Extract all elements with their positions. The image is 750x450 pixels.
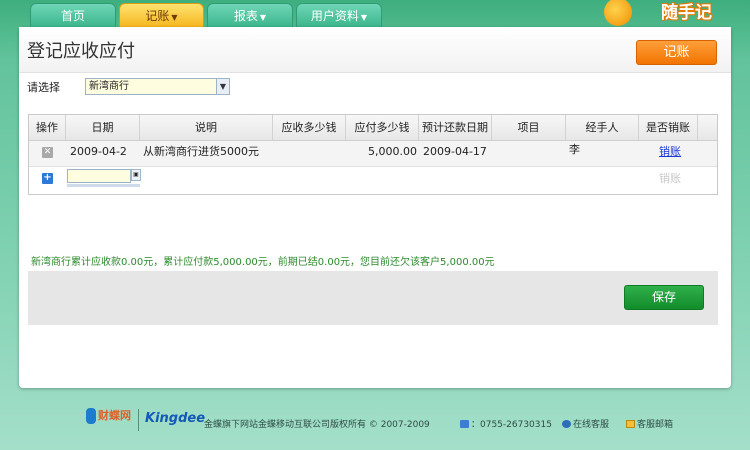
online-service-link[interactable]: 在线客服 (562, 417, 609, 430)
calendar-icon[interactable]: ▣ (131, 169, 141, 181)
app-logo: 随手记 (661, 3, 712, 23)
column-header-settle: 是否销账 (639, 115, 698, 140)
tab-reports[interactable]: 报表 ▼ (207, 3, 293, 28)
tab-reports-label: 报表 (233, 9, 258, 23)
page-title: 登记应收应付 (27, 41, 135, 62)
main-panel: 登记应收应付 记账 请选择 新湾商行 ▼ 操作 日期 说明 应收多少钱 应付多少… (19, 27, 731, 388)
row-due-date: 2009-04-17 (423, 145, 487, 158)
tab-user-profile[interactable]: 用户资料 ▼ (296, 3, 382, 28)
date-input[interactable] (67, 169, 131, 183)
column-header-action: 操作 (29, 115, 66, 140)
chevron-down-icon: ▼ (171, 13, 178, 22)
column-header-payable: 应付多少钱 (346, 115, 419, 140)
online-service-text: 在线客服 (573, 420, 610, 430)
row-handler: 李 (569, 143, 580, 156)
kingdee-logo[interactable]: Kingdee (145, 411, 205, 426)
footer: 财蝶网 Kingdee 金蝶旗下网站金蝶移动互联公司版权所有 © 2007-20… (0, 405, 750, 439)
phone-text: ：0755-26730315 (471, 420, 552, 430)
footer-divider (138, 409, 139, 431)
post-button[interactable]: 记账 (636, 40, 717, 65)
table-header: 操作 日期 说明 应收多少钱 应付多少钱 预计还款日期 项目 经手人 是否销账 (29, 115, 717, 141)
select-label: 请选择 (27, 81, 60, 94)
site-logo-icon (86, 408, 96, 424)
site-logo-text: 财蝶网 (98, 409, 131, 422)
tab-home[interactable]: 首页 (30, 3, 116, 28)
row-receivable (273, 141, 346, 167)
new-entry-row: + ▣ 销账 (29, 167, 717, 194)
tab-user-profile-label: 用户资料 (310, 9, 359, 23)
column-header-handler: 经手人 (566, 115, 639, 140)
chevron-down-icon[interactable]: ▼ (216, 79, 229, 94)
chevron-down-icon: ▼ (360, 13, 368, 22)
records-table: 操作 日期 说明 应收多少钱 应付多少钱 预计还款日期 项目 经手人 是否销账 … (28, 114, 718, 195)
column-header-description: 说明 (140, 115, 273, 140)
date-input-underline (67, 184, 140, 187)
save-bar: 保存 (28, 271, 718, 325)
save-button[interactable]: 保存 (624, 285, 704, 310)
service-mail-text: 客服邮箱 (637, 420, 674, 430)
mail-icon (626, 420, 635, 428)
row-payable: 5,000.00 (368, 145, 417, 158)
copyright-text: 金蝶旗下网站金蝶移动互联公司版权所有 © 2007-2009 (204, 420, 430, 430)
contact-select[interactable]: 新湾商行 ▼ (85, 78, 230, 95)
chevron-down-icon: ▼ (259, 13, 267, 22)
row-date: 2009-04-2 (70, 145, 127, 158)
tab-bookkeeping[interactable]: 记账 ▼ (119, 3, 204, 28)
tab-bookkeeping-label: 记账 (145, 9, 170, 23)
site-logo[interactable]: 财蝶网 (86, 407, 131, 424)
column-header-receivable: 应收多少钱 (273, 115, 346, 140)
add-icon[interactable]: + (42, 173, 53, 184)
delete-icon[interactable]: ✕ (42, 147, 53, 158)
balance-summary: 新湾商行累计应收款0.00元，累计应付款5,000.00元，前期已结0.00元，… (31, 257, 495, 268)
settle-link-disabled: 销账 (659, 172, 681, 185)
top-navigation: 首页 记账 ▼ 报表 ▼ 用户资料 ▼ 随手记 (0, 0, 750, 32)
settle-link[interactable]: 销账 (659, 141, 681, 167)
contact-select-value: 新湾商行 (89, 81, 129, 92)
row-description: 从新湾商行进货5000元 (143, 145, 259, 158)
phone-number: ：0755-26730315 (460, 417, 552, 430)
mascot-icon (604, 0, 632, 26)
table-row: ✕ 2009-04-2 从新湾商行进货5000元 5,000.00 2009-0… (29, 141, 717, 167)
tab-home-label: 首页 (60, 9, 85, 23)
headset-icon (562, 420, 571, 428)
column-header-date: 日期 (66, 115, 140, 140)
service-mail-link[interactable]: 客服邮箱 (626, 417, 673, 430)
phone-icon (460, 420, 469, 428)
panel-header: 登记应收应付 记账 (19, 27, 731, 73)
column-header-project: 项目 (492, 115, 566, 140)
column-header-due-date: 预计还款日期 (419, 115, 492, 140)
